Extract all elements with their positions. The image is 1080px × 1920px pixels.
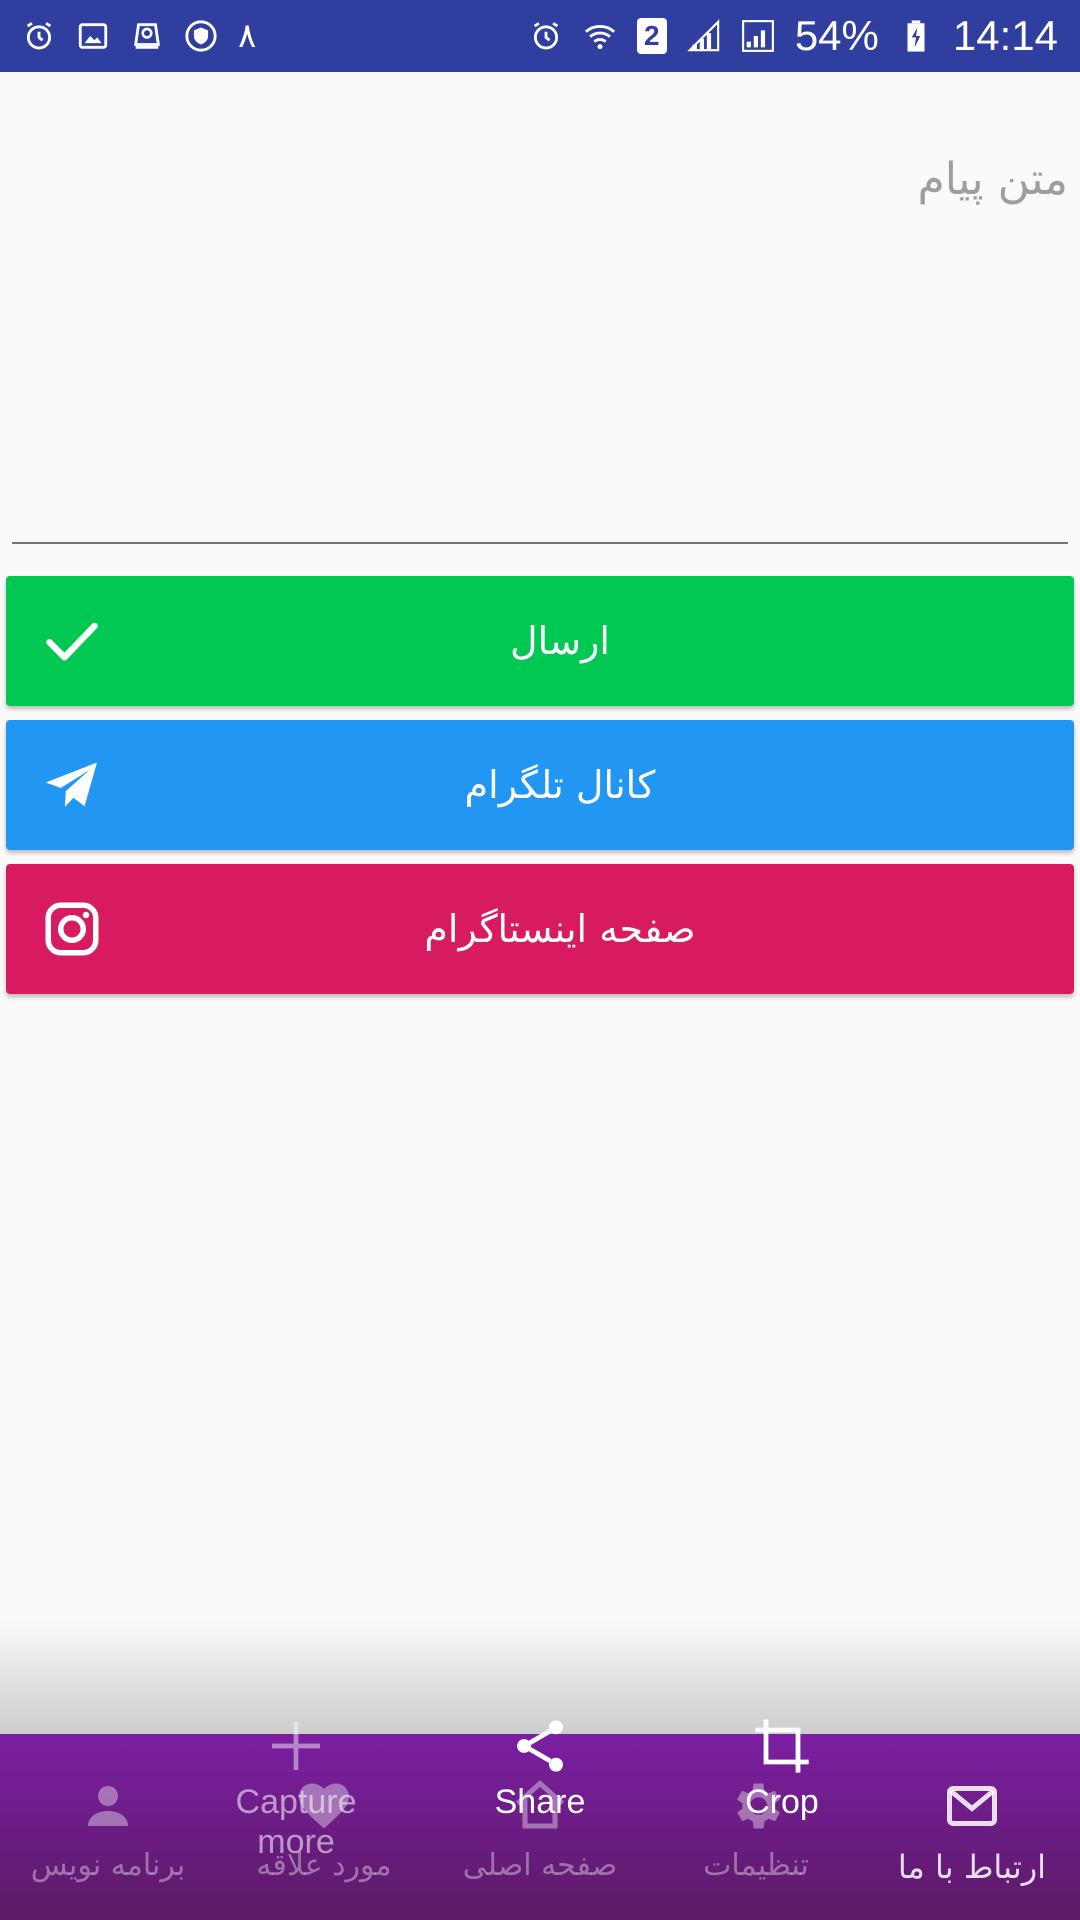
plus-icon	[264, 1714, 328, 1778]
instagram-page-button[interactable]: صفحه اینستاگرام	[6, 864, 1074, 994]
nav-label-settings: تنظیمات	[703, 1848, 809, 1883]
notification-digit: ۸	[238, 16, 257, 56]
battery-percent: 54%	[794, 12, 879, 59]
instagram-button-label: صفحه اینستاگرام	[424, 907, 696, 951]
nav-label-contact: ارتباط با ما	[897, 1848, 1047, 1886]
person-icon	[78, 1776, 138, 1836]
share-label: Share	[494, 1783, 586, 1821]
send-button[interactable]: ارسال	[6, 576, 1074, 706]
status-bar-left: ۸	[22, 16, 256, 56]
share-button[interactable]: Share	[440, 1714, 640, 1822]
telegram-channel-button[interactable]: کانال تلگرام	[6, 720, 1074, 850]
check-icon	[42, 611, 102, 671]
capture-more-label: Capture more	[235, 1783, 357, 1861]
vpn-shield-icon	[184, 19, 218, 53]
telegram-button-label: کانال تلگرام	[464, 763, 656, 807]
message-input[interactable]: متن پیام	[12, 72, 1068, 544]
signal-icon	[741, 19, 775, 53]
alarm-icon	[529, 19, 563, 53]
mail-icon	[942, 1776, 1002, 1836]
sim-badge: 2	[636, 18, 667, 54]
message-placeholder: متن پیام	[917, 154, 1069, 205]
wifi-icon	[583, 19, 617, 53]
battery-charging-icon	[899, 19, 933, 53]
share-icon	[508, 1714, 572, 1778]
nav-item-developer[interactable]: برنامه نویس	[0, 1734, 216, 1920]
nav-item-contact[interactable]: ارتباط با ما	[864, 1734, 1080, 1920]
telegram-icon	[42, 755, 102, 815]
image-icon	[76, 19, 110, 53]
sync-drive-icon	[130, 19, 164, 53]
status-bar-right: 2 54% 14:14	[529, 12, 1058, 60]
crop-icon	[750, 1714, 814, 1778]
send-button-label: ارسال	[510, 619, 610, 663]
signal-icon	[687, 19, 721, 53]
clock: 14:14	[952, 12, 1058, 59]
instagram-icon	[42, 899, 102, 959]
nav-label-home: صفحه اصلی	[462, 1848, 618, 1883]
crop-label: Crop	[745, 1783, 819, 1821]
alarm-icon	[22, 19, 56, 53]
crop-button[interactable]: Crop	[682, 1714, 882, 1822]
status-bar: ۸ 2 54% 14:14	[0, 0, 1080, 72]
nav-label-developer: برنامه نویس	[30, 1848, 186, 1883]
capture-more-button[interactable]: Capture more	[196, 1714, 396, 1862]
